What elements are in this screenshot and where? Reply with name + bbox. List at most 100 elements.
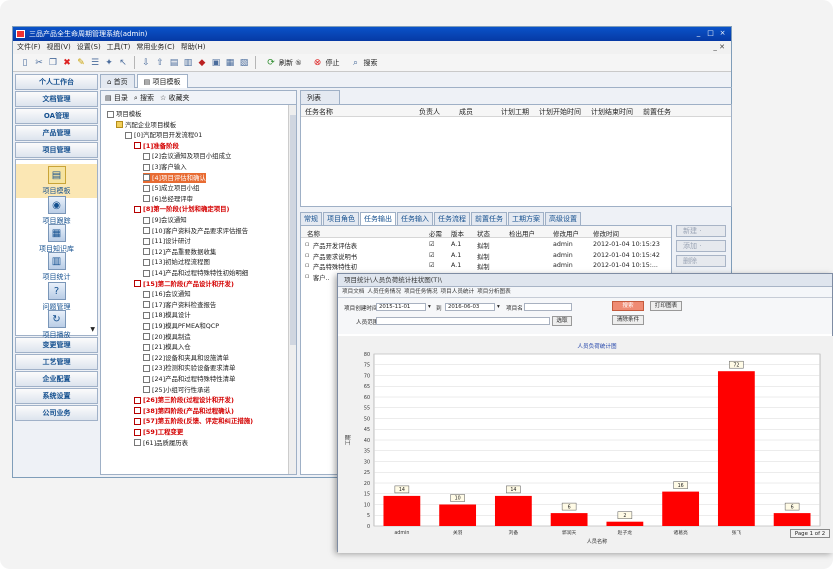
tree-node[interactable]: [38]第四阶段(产品和过程确认): [134, 406, 234, 416]
new-icon[interactable]: ▯: [19, 57, 31, 69]
checkout-icon[interactable]: ⇧: [154, 57, 166, 69]
tab-home[interactable]: ⌂ 首页: [100, 74, 135, 88]
chevron-down-icon[interactable]: ▾: [497, 304, 500, 310]
sidebar-module-documents[interactable]: 文档管理: [15, 91, 98, 107]
sidebar-module-oa[interactable]: OA管理: [15, 108, 98, 124]
tab-project-template[interactable]: ▤ 项目模板: [136, 74, 188, 88]
table-row[interactable]: ▫ 产品要求说明书 ☑ A.1 拟制 admin 2012-01-04 10:15:42: [301, 251, 671, 261]
tree-node[interactable]: [21]模具入仓: [143, 342, 191, 352]
list-icon[interactable]: ☰: [89, 57, 101, 69]
column-header[interactable]: 检出用户: [509, 228, 535, 238]
tree-node[interactable]: [14]产品和过程特殊特性初始明细: [143, 268, 248, 278]
column-header[interactable]: 版本: [451, 228, 464, 238]
tab-project-charts[interactable]: 项目分析图表: [477, 287, 511, 297]
sidebar-item-project-template[interactable]: ▤ 项目模板: [16, 164, 97, 198]
column-header[interactable]: 前置任务: [643, 107, 671, 117]
sign-icon[interactable]: ◆: [196, 57, 208, 69]
tree-node[interactable]: [61]品质履历表: [134, 438, 188, 448]
column-header[interactable]: 计划结束时间: [591, 107, 633, 117]
tree-node[interactable]: [24]产品和过程特殊特性清单: [143, 374, 235, 384]
end-date-field[interactable]: 2016-06-03: [445, 303, 495, 311]
sidebar-module-products[interactable]: 产品管理: [15, 125, 98, 141]
pick-person-button[interactable]: 选取: [552, 316, 572, 326]
tag-icon[interactable]: ✦: [103, 57, 115, 69]
minimize-button[interactable]: _: [694, 29, 703, 38]
tree-node[interactable]: [4]项目评估和确认: [143, 172, 206, 183]
sidebar-item-project-playback[interactable]: ↻ 项目播放: [16, 310, 97, 340]
tree-node[interactable]: [0]汽配项目开发流程01: [125, 130, 202, 140]
tree-node[interactable]: [10]客户资料及产品要求评估报告: [143, 226, 248, 236]
tree-node[interactable]: [9]会议通知: [143, 215, 187, 225]
tree-node[interactable]: [22]设备和夹具和设施清单: [143, 353, 229, 363]
tree-node[interactable]: [2]会议通知及项目小组成立: [143, 151, 231, 161]
column-header[interactable]: 负责人: [419, 107, 440, 117]
tree-node[interactable]: [8]第一阶段(计划和确定项目): [134, 204, 229, 214]
checkin-icon[interactable]: ⇩: [140, 57, 152, 69]
pointer-icon[interactable]: ↖: [117, 57, 129, 69]
chevron-down-icon[interactable]: ▾: [428, 304, 431, 310]
tree-node[interactable]: [19]模具PFMEA和QCP: [143, 321, 219, 331]
sidebar-module-company[interactable]: 公司业务: [15, 405, 98, 421]
project-name-field[interactable]: [524, 303, 572, 311]
clear-filter-button[interactable]: 清除条件: [612, 315, 644, 325]
tree-node[interactable]: [59]工程变更: [134, 427, 183, 437]
tree-node[interactable]: [6]总经理评审: [143, 194, 193, 204]
tree-node[interactable]: [18]模具设计: [143, 310, 191, 320]
chart-search-button[interactable]: 搜索: [612, 301, 644, 311]
tab-task-flow[interactable]: 任务流程: [434, 212, 470, 225]
tree-scrollbar[interactable]: [288, 105, 296, 474]
tree-node[interactable]: [1]准备阶段: [134, 141, 179, 151]
column-header[interactable]: 修改时间: [593, 228, 619, 238]
scrollbar-thumb[interactable]: [290, 115, 296, 345]
lock-icon[interactable]: ▦: [224, 57, 236, 69]
cut-icon[interactable]: ✂: [33, 57, 45, 69]
sidebar-item-project-knowledge[interactable]: ▦ 项目知识库: [16, 224, 97, 254]
tab-duration-plan[interactable]: 工期方案: [508, 212, 544, 225]
menu-common[interactable]: 常用业务(C): [136, 41, 174, 54]
delete-file-button[interactable]: 删除: [676, 255, 726, 267]
sidebar-module-enterprise[interactable]: 企业配置: [15, 371, 98, 387]
table-row[interactable]: ▫ 产品特殊特性初 ☑ A.1 拟制 admin 2012-01-04 10:15:...: [301, 261, 671, 271]
tree-node[interactable]: [25]小组可行性承诺: [143, 385, 210, 395]
tree-node[interactable]: [20]模具制造: [143, 332, 191, 342]
sidebar-item-project-stats[interactable]: ▥ 项目统计: [16, 252, 97, 282]
refresh-button[interactable]: ⟳ 刷新 ⑤: [261, 56, 306, 70]
column-header[interactable]: 任务名称: [305, 107, 333, 117]
column-header[interactable]: 计划工期: [501, 107, 529, 117]
tree-node[interactable]: [3]客户输入: [143, 162, 187, 172]
tab-project-tasks[interactable]: 项目任务情况: [404, 287, 438, 297]
tree-node[interactable]: [13]初始过程流程图: [143, 257, 210, 267]
mdi-controls[interactable]: _ ✕: [713, 41, 725, 54]
column-header[interactable]: 成员: [459, 107, 473, 117]
print-chart-button[interactable]: 打印图表: [650, 301, 682, 311]
menu-help[interactable]: 帮助(H): [181, 41, 206, 54]
tab-project-docs[interactable]: 项目文档: [342, 287, 364, 297]
new-file-button[interactable]: 新建 ·: [676, 225, 726, 237]
column-header[interactable]: 必需: [429, 228, 442, 238]
copy-icon[interactable]: ❐: [47, 57, 59, 69]
column-header[interactable]: 名称: [307, 228, 320, 238]
sidebar-item-issues[interactable]: ? 问题管理: [16, 282, 97, 312]
sidebar-module-system[interactable]: 系统设置: [15, 388, 98, 404]
tree-node[interactable]: [11]设计研讨: [143, 236, 191, 246]
scroll-down-icon[interactable]: ▼: [90, 326, 95, 333]
tab-list[interactable]: 列表: [300, 90, 340, 104]
column-header[interactable]: 计划开始时间: [539, 107, 581, 117]
menu-tools[interactable]: 工具(T): [107, 41, 131, 54]
menu-view[interactable]: 视图(V): [47, 41, 71, 54]
column-header[interactable]: 修改用户: [553, 228, 579, 238]
page-indicator[interactable]: Page 1 of 2: [790, 529, 830, 538]
tree-node[interactable]: [16]会议通知: [143, 289, 191, 299]
tab-person-tasks[interactable]: 人员任务情况: [367, 287, 401, 297]
tab-predecessor[interactable]: 前置任务: [471, 212, 507, 225]
page-icon[interactable]: ▥: [182, 57, 194, 69]
table-row[interactable]: ▫ 产品开发评估表 ☑ A.1 拟制 admin 2012-01-04 10:15:23: [301, 240, 671, 250]
tree-node[interactable]: [23]检测和实验设备要求清单: [143, 363, 235, 373]
start-date-field[interactable]: 2015-11-01: [376, 303, 426, 311]
tab-directory[interactable]: ▤ 目录: [105, 91, 128, 104]
tab-search[interactable]: ⌕ 搜索: [134, 91, 154, 104]
tree-node[interactable]: [5]成立项目小组: [143, 183, 199, 193]
tree-node[interactable]: [12]产品重要数据收集: [143, 247, 216, 257]
stop-button[interactable]: ⊗ 停止: [308, 56, 344, 70]
sidebar-module-projects[interactable]: 项目管理: [15, 142, 98, 158]
